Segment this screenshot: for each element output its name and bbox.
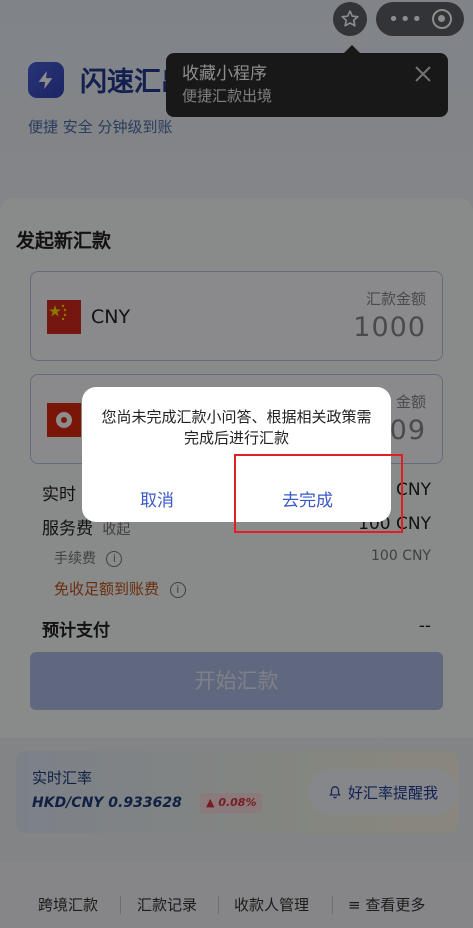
dialog-cancel-button[interactable]: 取消	[140, 486, 174, 511]
highlight-annotation	[234, 454, 403, 533]
dialog-message: 您尚未完成汇款小问答、根据相关政策需完成后进行汇款	[101, 408, 372, 447]
